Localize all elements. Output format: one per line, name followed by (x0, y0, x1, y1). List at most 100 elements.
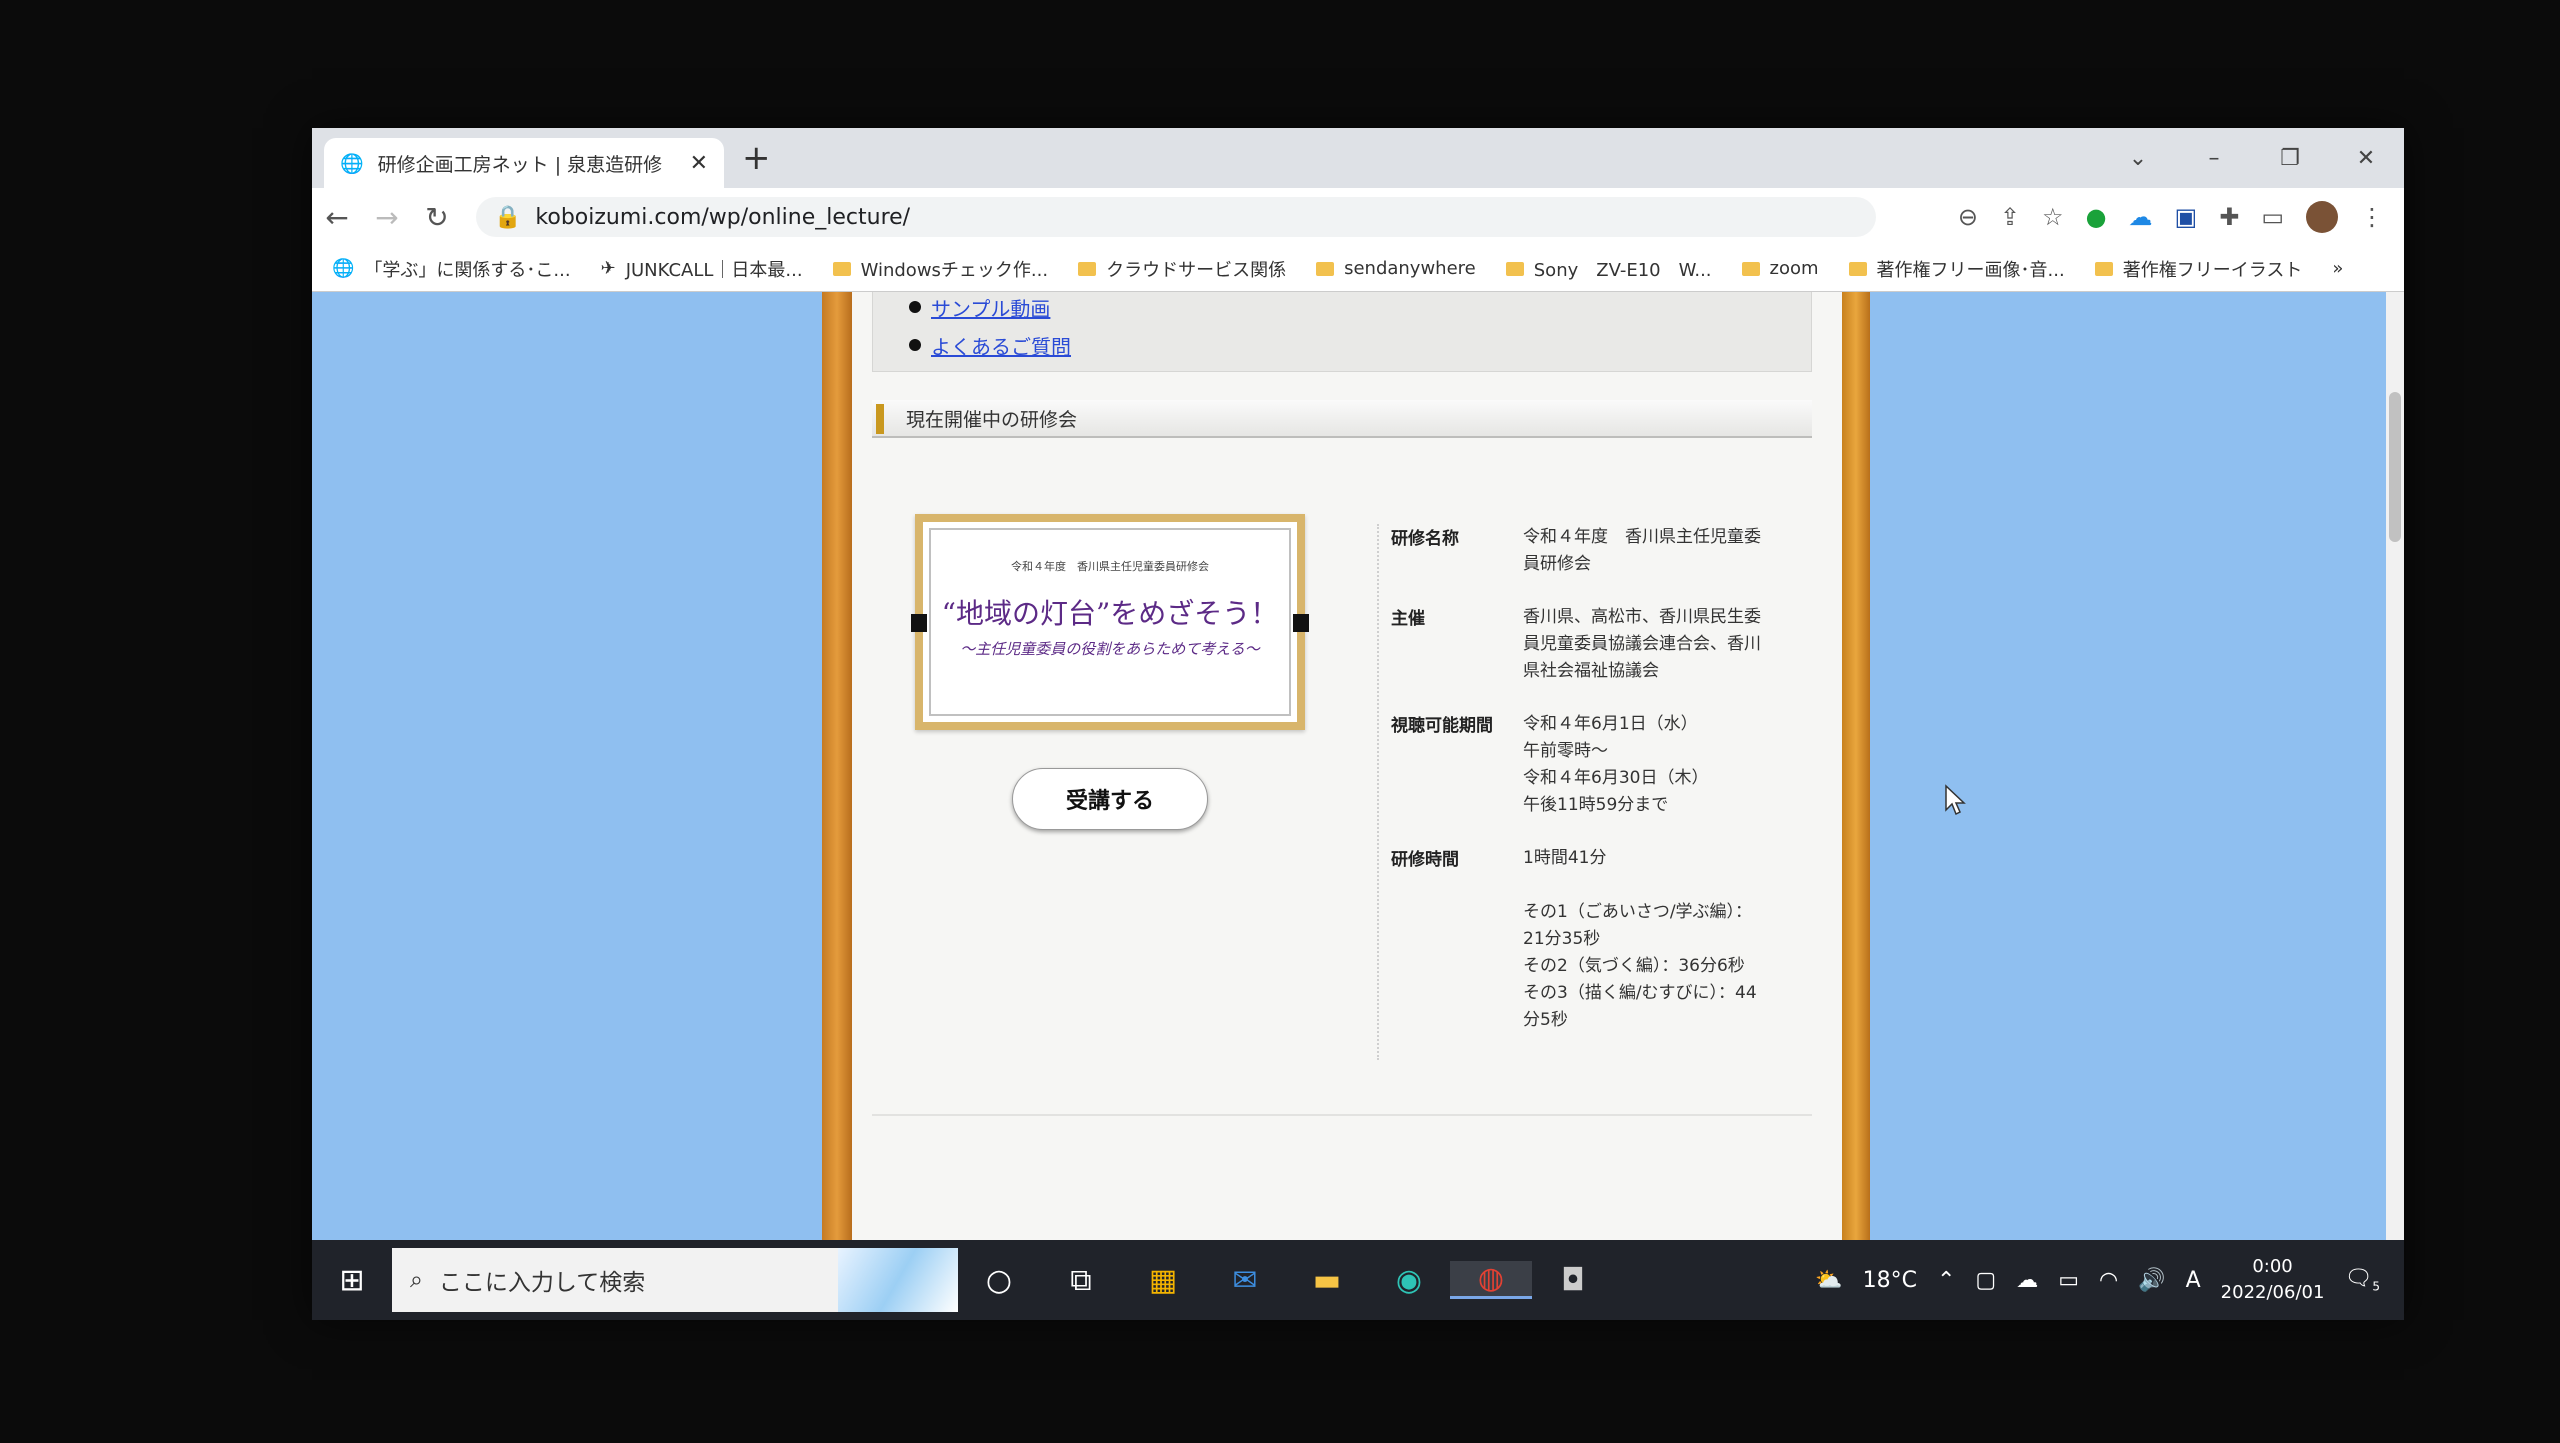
lock-icon: 🔒 (494, 204, 522, 230)
new-tab-button[interactable]: + (742, 138, 771, 178)
menu-link-faq[interactable]: よくあるご質問 (909, 331, 1811, 369)
notification-count: 5 (2372, 1279, 2380, 1294)
bookmark-folder[interactable]: 著作権フリーイラスト (2094, 256, 2302, 282)
bookmark-folder[interactable]: クラウドサービス関係 (1078, 256, 1286, 282)
onedrive-icon[interactable]: ☁ (2016, 1268, 2038, 1293)
info-row-time: 研修時間 1時間41分 その1（ごあいさつ/学ぶ編）： 21分35秒 その2（気づく… (1379, 845, 1797, 1034)
sidepanel-icon[interactable]: ▭ (2261, 203, 2284, 231)
more-bookmarks-icon[interactable]: » (2332, 258, 2343, 279)
info-label: 研修名称 (1391, 529, 1459, 549)
taskbar-search[interactable]: ⌕ ここに入力して検索 (392, 1248, 958, 1312)
url-text: koboizumi.com/wp/online_lecture/ (535, 204, 911, 230)
cortana-icon[interactable]: ○ (958, 1263, 1040, 1298)
folder-icon (1848, 261, 1867, 276)
chrome-icon[interactable]: ◍ (1450, 1261, 1532, 1299)
info-row-host: 主催 香川県、高松市、香川県民生委 員児童委員協議会連合会、香川 県社会福祉協議会 (1379, 604, 1797, 685)
info-label: 主催 (1391, 609, 1425, 629)
extension-green-icon[interactable]: ● (2086, 203, 2107, 231)
volume-icon[interactable]: 🔊 (2138, 1268, 2165, 1293)
search-placeholder: ここに入力して検索 (438, 1270, 646, 1296)
device-icon[interactable]: ▢ (1975, 1268, 1996, 1293)
chevron-up-icon[interactable]: ⌃ (1937, 1268, 1955, 1293)
ime-indicator[interactable]: A (2186, 1268, 2201, 1293)
laptop-bezel: 🌐 研修企画工房ネット | 泉恵造研修 ✕ + ⌄ – ❐ ✕ ← → ↻ 🔒 … (0, 0, 2560, 1443)
notification-icon[interactable]: 🗨5 (2344, 1266, 2380, 1293)
share-icon[interactable]: ⇪ (2000, 203, 2020, 231)
mail-icon[interactable]: ✉ (1204, 1263, 1286, 1298)
bookmarks-bar: 🌐 「学ぶ」に関係する･こ... ✈ JUNKCALL｜日本最... Windows… (312, 246, 2404, 292)
page-scrollbar[interactable] (2386, 292, 2404, 1240)
info-row-period: 視聴可能期間 令和４年6月1日（水） 午前零時～ 令和４年6月30日（木） 午後11時… (1379, 711, 1797, 819)
divider (872, 1114, 1812, 1116)
menu-icon[interactable]: ⋮ (2360, 203, 2384, 231)
windows-start-icon[interactable]: ⊞ (312, 1263, 392, 1298)
close-window-icon[interactable]: ✕ (2328, 146, 2404, 171)
info-label: 研修時間 (1391, 850, 1459, 870)
bookmark-item[interactable]: 🌐 「学ぶ」に関係する･こ... (332, 256, 571, 282)
reload-icon[interactable]: ↻ (412, 201, 462, 234)
bookmark-folder[interactable]: Sony ZV-E10 W... (1505, 256, 1712, 282)
search-icon: ⌕ (410, 1267, 423, 1293)
task-view-icon[interactable]: ⧉ (1040, 1263, 1122, 1298)
bookmark-folder[interactable]: sendanywhere (1316, 258, 1476, 279)
cloud-extension-icon[interactable]: ☁ (2129, 203, 2153, 231)
folder-icon (2094, 261, 2113, 276)
forward-icon[interactable]: → (362, 201, 412, 234)
camera-icon[interactable]: ◘ (1532, 1263, 1614, 1298)
bookmark-folder[interactable]: 著作権フリー画像･音... (1848, 256, 2065, 282)
wifi-icon[interactable]: ◠ (2099, 1268, 2118, 1293)
bookmark-star-icon[interactable]: ☆ (2042, 203, 2064, 231)
resize-handle-right (1293, 614, 1309, 632)
profile-avatar[interactable] (2306, 201, 2338, 233)
mouse-cursor-icon (1945, 784, 1966, 816)
store-icon[interactable]: ▦ (1122, 1263, 1204, 1298)
menu-link-sample-video[interactable]: サンプル動画 (909, 293, 1811, 331)
screen: 🌐 研修企画工房ネット | 泉恵造研修 ✕ + ⌄ – ❐ ✕ ← → ↻ 🔒 … (312, 128, 2404, 1320)
back-icon[interactable]: ← (312, 201, 362, 234)
extension-blue-icon[interactable]: ▣ (2175, 203, 2198, 231)
zoom-icon[interactable]: ⊖ (1958, 203, 1978, 231)
section-heading: 現在開催中の研修会 (872, 400, 1812, 438)
weather-icon[interactable]: ⛅ (1815, 1268, 1842, 1293)
bird-icon: ✈ (600, 258, 616, 279)
file-explorer-icon[interactable]: ▬ (1286, 1263, 1368, 1298)
info-row-name: 研修名称 令和４年度 香川県主任児童委 員研修会 (1379, 524, 1797, 578)
wood-frame-right (1842, 292, 1870, 1240)
wood-frame-left (822, 292, 852, 1240)
lecture-banner[interactable]: 令和４年度 香川県主任児童委員研修会 “地域の灯台”をめざそう！ ～主任児童委員… (911, 514, 1309, 730)
search-highlight-image (838, 1248, 958, 1312)
tab-title: 研修企画工房ネット | 泉恵造研修 (377, 153, 663, 176)
folder-icon (1505, 261, 1524, 276)
folder-icon (1078, 261, 1097, 276)
bookmark-folder[interactable]: Windowsチェック作... (832, 256, 1048, 282)
folder-icon (832, 261, 851, 276)
minimize-icon[interactable]: – (2176, 146, 2252, 171)
banner-small-text: 令和４年度 香川県主任児童委員研修会 (1011, 560, 1209, 573)
temperature[interactable]: 18°C (1863, 1268, 1917, 1293)
content-paper: サンプル動画 よくあるご質問 現在開催中の研修会 令和４年度 香川県主任児童委員… (852, 292, 1842, 1240)
folder-icon (1316, 261, 1335, 276)
clock-time: 0:00 (2252, 1256, 2293, 1277)
clock[interactable]: 0:00 2022/06/01 (2221, 1254, 2325, 1306)
taskbar: ⊞ ⌕ ここに入力して検索 ○ ⧉ ▦ ✉ ▬ ◉ ◍ ◘ ⛅ 18°C ⌃ ▢… (312, 1240, 2404, 1320)
menu-box: サンプル動画 よくあるご質問 (872, 292, 1812, 372)
system-tray: ⛅ 18°C ⌃ ▢ ☁ ▭ ◠ 🔊 A 0:00 2022/06/01 🗨5 (1815, 1254, 2404, 1306)
clock-date: 2022/06/01 (2220, 1282, 2325, 1303)
tab-search-icon[interactable]: ⌄ (2100, 146, 2176, 171)
bookmark-folder[interactable]: zoom (1741, 258, 1819, 279)
folder-icon (1741, 261, 1760, 276)
enroll-button[interactable]: 受講する (1012, 768, 1208, 830)
tab-bar: 🌐 研修企画工房ネット | 泉恵造研修 ✕ + ⌄ – ❐ ✕ (312, 128, 2404, 188)
address-bar[interactable]: 🔒 koboizumi.com/wp/online_lecture/ (476, 197, 1876, 237)
restore-icon[interactable]: ❐ (2252, 146, 2328, 171)
bookmark-item[interactable]: ✈ JUNKCALL｜日本最... (601, 256, 803, 282)
page-viewport: サンプル動画 よくあるご質問 現在開催中の研修会 令和４年度 香川県主任児童委員… (312, 292, 2386, 1240)
browser-tab[interactable]: 🌐 研修企画工房ネット | 泉恵造研修 ✕ (324, 138, 724, 188)
extensions-puzzle-icon[interactable]: ✚ (2219, 203, 2239, 231)
battery-icon[interactable]: ▭ (2058, 1268, 2079, 1293)
close-tab-icon[interactable]: ✕ (690, 151, 708, 176)
scrollbar-thumb[interactable] (2389, 392, 2401, 542)
resize-handle-left (911, 614, 927, 632)
edge-icon[interactable]: ◉ (1368, 1263, 1450, 1298)
banner-title: “地域の灯台”をめざそう！ (941, 597, 1279, 630)
